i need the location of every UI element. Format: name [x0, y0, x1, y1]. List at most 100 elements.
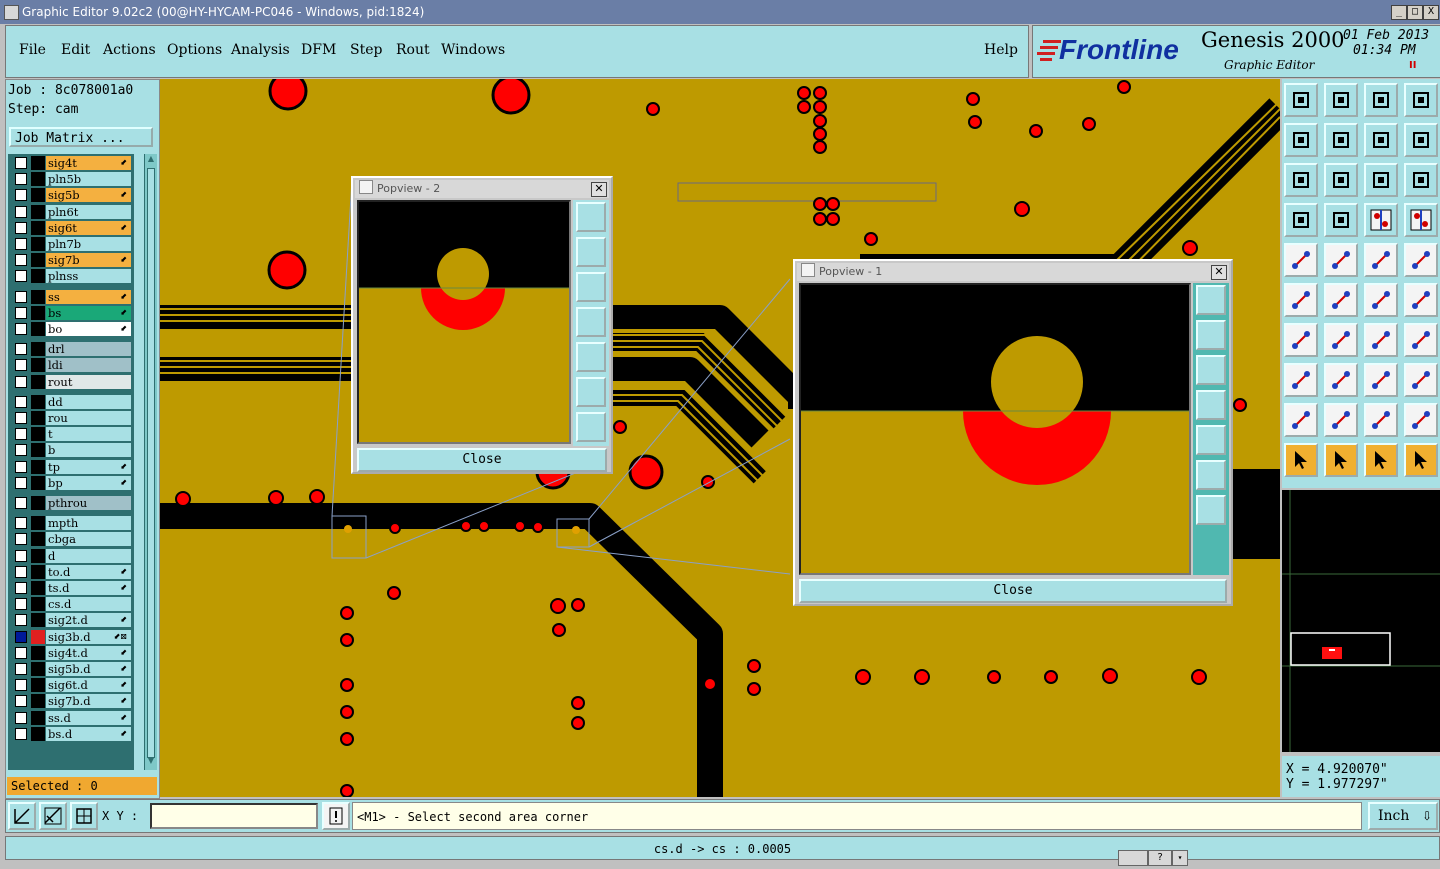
menu-help[interactable]: Help [984, 42, 1018, 58]
net-highlight-2-icon[interactable] [1404, 203, 1438, 237]
menu-actions[interactable]: Actions [103, 42, 156, 58]
zoom-selection-icon[interactable] [1324, 163, 1358, 197]
layer-display-checkbox[interactable] [15, 476, 27, 489]
layer-display-checkbox[interactable] [15, 679, 27, 692]
pan-left-icon[interactable] [1196, 390, 1226, 420]
pad-icon[interactable] [1404, 243, 1438, 277]
layer-display-checkbox[interactable] [15, 460, 27, 473]
layer-name[interactable]: pthrou [46, 496, 131, 510]
layer-color-swatch[interactable] [31, 156, 45, 170]
peak-select-icon[interactable] [1404, 403, 1438, 437]
layer-display-checkbox[interactable] [15, 533, 27, 546]
layer-row-bo[interactable]: bo ⬋ [8, 322, 134, 336]
zoom-home-icon[interactable] [1196, 285, 1226, 315]
layer-name[interactable]: sig2t.d ⬋ [46, 613, 131, 628]
layer-color-swatch[interactable] [31, 322, 45, 336]
menu-windows[interactable]: Windows [441, 42, 505, 58]
layer-row-sig5b-d[interactable]: sig5b.d ⬋ [8, 662, 134, 676]
move-point-icon[interactable] [1364, 283, 1398, 317]
layer-name[interactable]: tp ⬋ [46, 459, 131, 474]
layer-color-swatch[interactable] [31, 475, 45, 490]
menu-rout[interactable]: Rout [396, 42, 430, 58]
layer-row-pthrou[interactable]: pthrou [8, 496, 134, 510]
menu-step[interactable]: Step [350, 42, 382, 58]
layer-color-swatch[interactable] [31, 726, 45, 741]
snap-center-icon[interactable] [1284, 243, 1318, 277]
layer-row-mpth[interactable]: mpth [8, 516, 134, 531]
layer-name[interactable]: bs.d ⬋ [46, 726, 131, 741]
layer-name[interactable]: bp ⬋ [46, 475, 131, 490]
popview-2-close-icon[interactable]: ✕ [591, 182, 607, 197]
layer-display-checkbox[interactable] [15, 646, 27, 659]
help-query-icon[interactable] [1404, 163, 1438, 197]
layer-row-ss-d[interactable]: ss.d ⬋ [8, 710, 134, 725]
popview-1-view[interactable] [799, 283, 1191, 575]
menu-dfm[interactable]: DFM [301, 42, 336, 58]
layer-name[interactable]: plnss [46, 269, 131, 284]
layer-color-swatch[interactable] [31, 564, 45, 579]
scroll-up-icon[interactable]: ▲ [146, 154, 156, 166]
layer-row-d[interactable]: d [8, 548, 134, 563]
measure-mode-icon[interactable] [39, 802, 67, 830]
layer-color-swatch[interactable] [31, 710, 45, 725]
layer-display-checkbox[interactable] [15, 375, 27, 388]
settings-tools-icon[interactable] [1284, 203, 1318, 237]
layer-row-drl[interactable]: drl [8, 342, 134, 357]
layer-color-swatch[interactable] [31, 358, 45, 373]
layer-name[interactable]: sig7b ⬋ [46, 253, 131, 268]
undo-view-icon[interactable] [1364, 123, 1398, 157]
layer-display-checkbox[interactable] [15, 290, 27, 303]
layer-name[interactable]: sig7b.d ⬋ [46, 694, 131, 709]
layer-color-swatch[interactable] [31, 253, 45, 268]
pan-right-icon[interactable] [1196, 425, 1226, 455]
layer-color-swatch[interactable] [31, 394, 45, 409]
net-highlight-icon[interactable] [1364, 203, 1398, 237]
popview-2-view[interactable] [357, 200, 571, 444]
layer-row-sig2t-d[interactable]: sig2t.d ⬋ [8, 613, 134, 628]
layer-color-swatch[interactable] [31, 532, 45, 547]
layer-display-checkbox[interactable] [15, 727, 27, 740]
window-icon[interactable] [1404, 83, 1438, 117]
arc-icon[interactable] [1364, 323, 1398, 357]
layer-name[interactable]: bs ⬋ [46, 305, 131, 320]
layer-color-swatch[interactable] [31, 694, 45, 709]
layer-row-rou[interactable]: rou [8, 411, 134, 425]
pan-down-icon[interactable] [576, 272, 606, 302]
layer-row-to-d[interactable]: to.d ⬋ [8, 564, 134, 579]
popview-2-titlebar[interactable]: Popview - 2 ✕ [355, 180, 609, 198]
pan-up-icon[interactable] [1196, 320, 1226, 350]
angle-icon[interactable] [1284, 323, 1318, 357]
triangle-icon[interactable] [1284, 403, 1318, 437]
layer-display-checkbox[interactable] [15, 254, 27, 267]
peak-icon[interactable] [1324, 403, 1358, 437]
popview-2-close-button[interactable]: Close [357, 448, 607, 472]
zoom-out-icon[interactable] [576, 412, 606, 442]
layer-row-bs[interactable]: bs ⬋ [8, 305, 134, 320]
zoom-in-icon[interactable] [576, 377, 606, 407]
popview-1-close-icon[interactable]: ✕ [1211, 265, 1227, 280]
layer-row-pln6t[interactable]: pln6t [8, 204, 134, 219]
snap-mode-icon[interactable] [8, 802, 36, 830]
layer-color-swatch[interactable] [31, 645, 45, 660]
scroll-thumb[interactable] [147, 168, 155, 758]
layer-row-sig4t[interactable]: sig4t ⬋ [8, 156, 134, 170]
layer-color-swatch[interactable] [31, 613, 45, 628]
layer-display-checkbox[interactable] [15, 695, 27, 708]
mirror-icon[interactable] [1404, 323, 1438, 357]
layer-row-pln7b[interactable]: pln7b [8, 237, 134, 251]
layer-color-swatch[interactable] [31, 678, 45, 693]
units-button[interactable]: Inch ⇩ [1368, 802, 1438, 830]
layer-row-dd[interactable]: dd [8, 394, 134, 409]
layer-display-checkbox[interactable] [15, 444, 27, 457]
layer-list-scrollbar[interactable]: ▲ ▼ [144, 154, 157, 770]
pan-up-icon[interactable] [576, 237, 606, 267]
layer-row-bp[interactable]: bp ⬋ [8, 475, 134, 490]
layer-row-b[interactable]: b [8, 443, 134, 458]
home-view-icon[interactable] [1364, 83, 1398, 117]
layer-name[interactable]: sig6t.d ⬋ [46, 678, 131, 693]
layer-name[interactable]: d [46, 548, 131, 563]
menu-options[interactable]: Options [167, 42, 222, 58]
layer-name[interactable]: drl [46, 342, 131, 357]
layer-display-checkbox[interactable] [15, 630, 27, 643]
layer-display-checkbox[interactable] [15, 582, 27, 594]
